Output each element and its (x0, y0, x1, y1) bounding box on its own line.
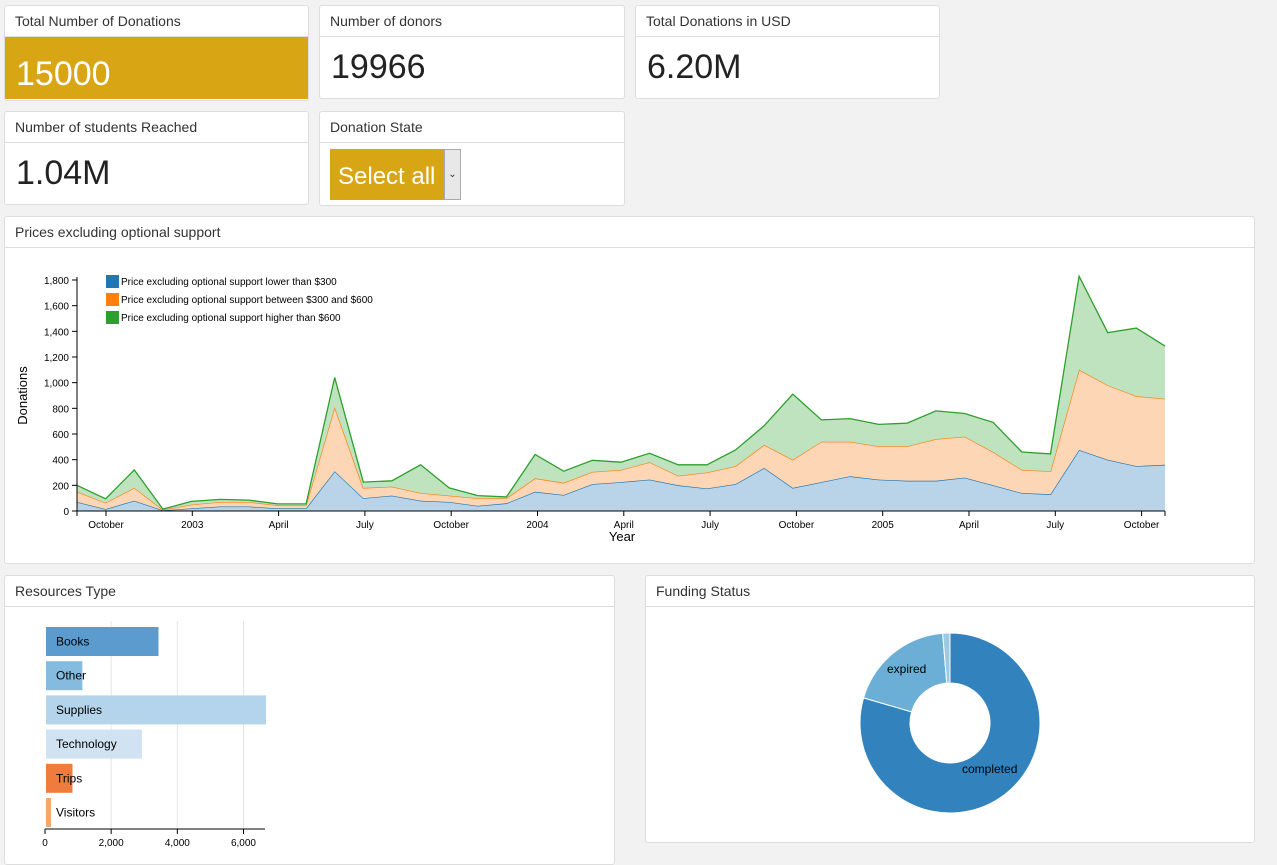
total-donations-label: Total Number of Donations (5, 6, 308, 37)
donation-state-label: Donation State (320, 112, 624, 143)
bar-label: Supplies (56, 703, 102, 717)
y-tick-label: 1,000 (44, 379, 69, 390)
usd-value: 6.20M (647, 48, 742, 86)
legend-swatch (106, 275, 119, 288)
x-tick-label: 2003 (181, 520, 204, 531)
x-tick-label: July (356, 520, 374, 531)
x-tick-label: 0 (42, 838, 48, 849)
y-tick-label: 800 (52, 404, 69, 415)
y-tick-label: 0 (63, 507, 69, 518)
price-area-chart: 0 200 400 600 800 1,000 1,200 1,400 1,600 1,800 Do… (15, 274, 1166, 544)
y-tick-label: 200 (52, 481, 69, 492)
bar-label: Visitors (56, 806, 95, 820)
x-tick-label: October (88, 520, 124, 531)
bar-label: Other (56, 669, 86, 683)
donation-state-panel: Donation State Select all ⌄ (319, 111, 625, 206)
donors-label: Number of donors (320, 6, 624, 37)
bar-label: Books (56, 635, 89, 649)
price-chart-title: Prices excluding optional support (5, 217, 1254, 248)
y-tick-label: 1,800 (44, 276, 69, 287)
usd-label: Total Donations in USD (636, 6, 939, 37)
x-tick-label: April (269, 520, 289, 531)
price-chart-panel: Prices excluding optional support 0 200 40… (4, 216, 1255, 564)
total-donations-panel: Total Number of Donations 15000 (4, 5, 309, 101)
x-tick-label: October (779, 520, 815, 531)
x-tick-label: 2005 (872, 520, 895, 531)
bar-visitors (46, 798, 51, 827)
resources-title: Resources Type (5, 576, 614, 607)
bar-label: Technology (56, 737, 117, 751)
y-axis-title: Donations (15, 366, 30, 425)
students-label: Number of students Reached (5, 112, 308, 143)
chevron-down-icon[interactable]: ⌄ (444, 149, 461, 200)
legend-label: Price excluding optional support higher … (121, 313, 341, 324)
students-panel: Number of students Reached 1.04M (4, 111, 309, 205)
funding-title: Funding Status (646, 576, 1254, 607)
total-donations-value: 15000 (5, 37, 308, 99)
x-tick-label: 2004 (526, 520, 549, 531)
resources-panel: Resources Type Books Other Supplies Technol… (4, 575, 615, 865)
x-tick-label: October (433, 520, 469, 531)
bar-label: Trips (56, 771, 82, 785)
donors-panel: Number of donors 19966 (319, 5, 625, 99)
students-value: 1.04M (16, 154, 111, 192)
legend-swatch (106, 311, 119, 324)
y-tick-label: 1,200 (44, 353, 69, 364)
usd-panel: Total Donations in USD 6.20M (635, 5, 940, 99)
slice-label-completed: completed (962, 762, 1017, 776)
x-tick-label: October (1124, 520, 1160, 531)
y-tick-label: 400 (52, 456, 69, 467)
donation-state-select[interactable]: Select all ⌄ (330, 149, 461, 200)
legend-swatch (106, 293, 119, 306)
donation-state-selected[interactable]: Select all (330, 149, 461, 200)
x-tick-label: July (1046, 520, 1064, 531)
y-tick-label: 1,600 (44, 302, 69, 313)
slice-label-expired: expired (887, 662, 926, 676)
y-tick-label: 600 (52, 430, 69, 441)
legend-label: Price excluding optional support lower t… (121, 277, 337, 288)
funding-panel: Funding Status completed expired (645, 575, 1255, 843)
x-tick-label: July (701, 520, 719, 531)
x-axis-title: Year (609, 529, 636, 544)
legend-label: Price excluding optional support between… (121, 295, 373, 306)
x-tick-label: April (959, 520, 979, 531)
funding-pie-chart: completed expired (859, 632, 1041, 814)
donors-value: 19966 (331, 48, 426, 86)
x-tick-label: 2,000 (99, 838, 124, 849)
x-tick-label: 4,000 (165, 838, 190, 849)
x-tick-label: 6,000 (231, 838, 256, 849)
resources-bar-chart: Books Other Supplies Technology Trips Visitor… (42, 621, 266, 849)
y-tick-label: 1,400 (44, 327, 69, 338)
